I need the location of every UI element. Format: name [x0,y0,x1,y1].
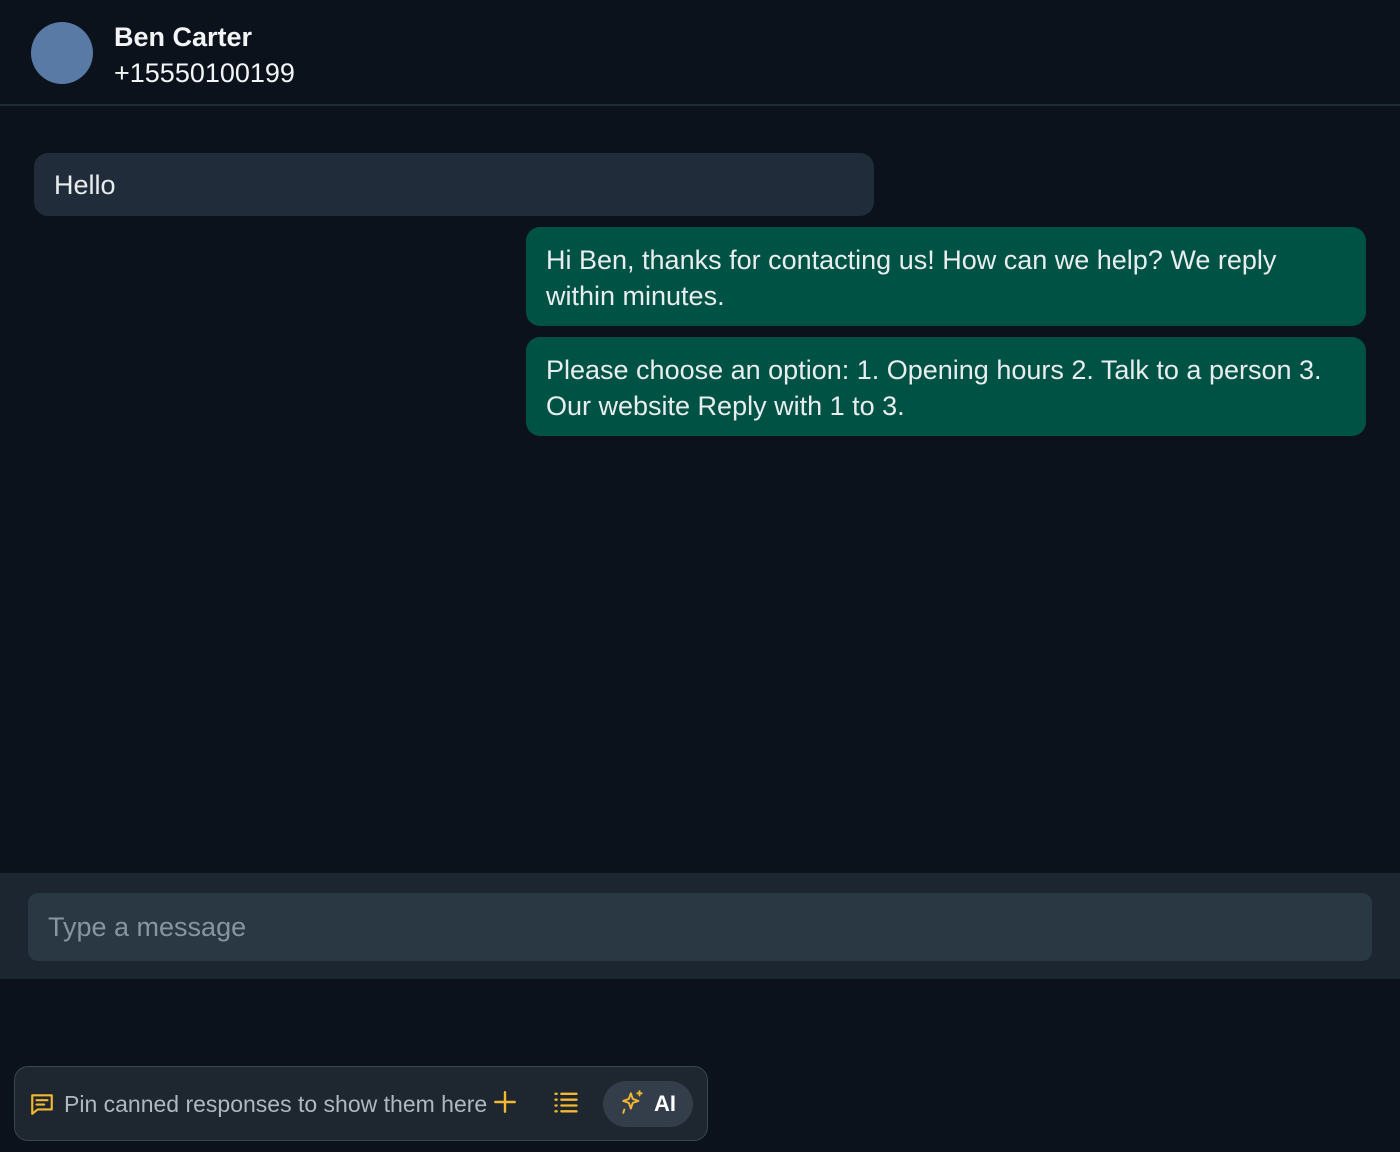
ai-assist-button[interactable]: AI [603,1081,693,1127]
contact-phone: +15550100199 [114,58,295,88]
ai-label: AI [654,1091,676,1116]
avatar[interactable] [31,22,93,84]
canned-responses-bar: Pin canned responses to show them here A… [14,1066,708,1141]
message-square-text-icon [29,1091,55,1117]
message-outgoing: Please choose an option: 1. Opening hour… [526,337,1366,436]
plus-icon [492,1089,518,1120]
list-icon [552,1088,580,1121]
composer-bar [0,873,1400,979]
canned-responses-list-button[interactable] [548,1086,584,1122]
chat-window: Ben Carter +15550100199 Hello Hi Ben, th… [0,0,1400,1152]
message-incoming: Hello [34,153,874,216]
message-outgoing: Hi Ben, thanks for contacting us! How ca… [526,227,1366,326]
sparkles-icon [620,1089,646,1120]
canned-hint-text: Pin canned responses to show them here [64,1091,488,1117]
add-canned-response-button[interactable] [487,1086,523,1122]
chat-header: Ben Carter +15550100199 [0,0,1400,106]
message-input[interactable] [28,893,1372,961]
contact-name: Ben Carter [114,22,253,52]
